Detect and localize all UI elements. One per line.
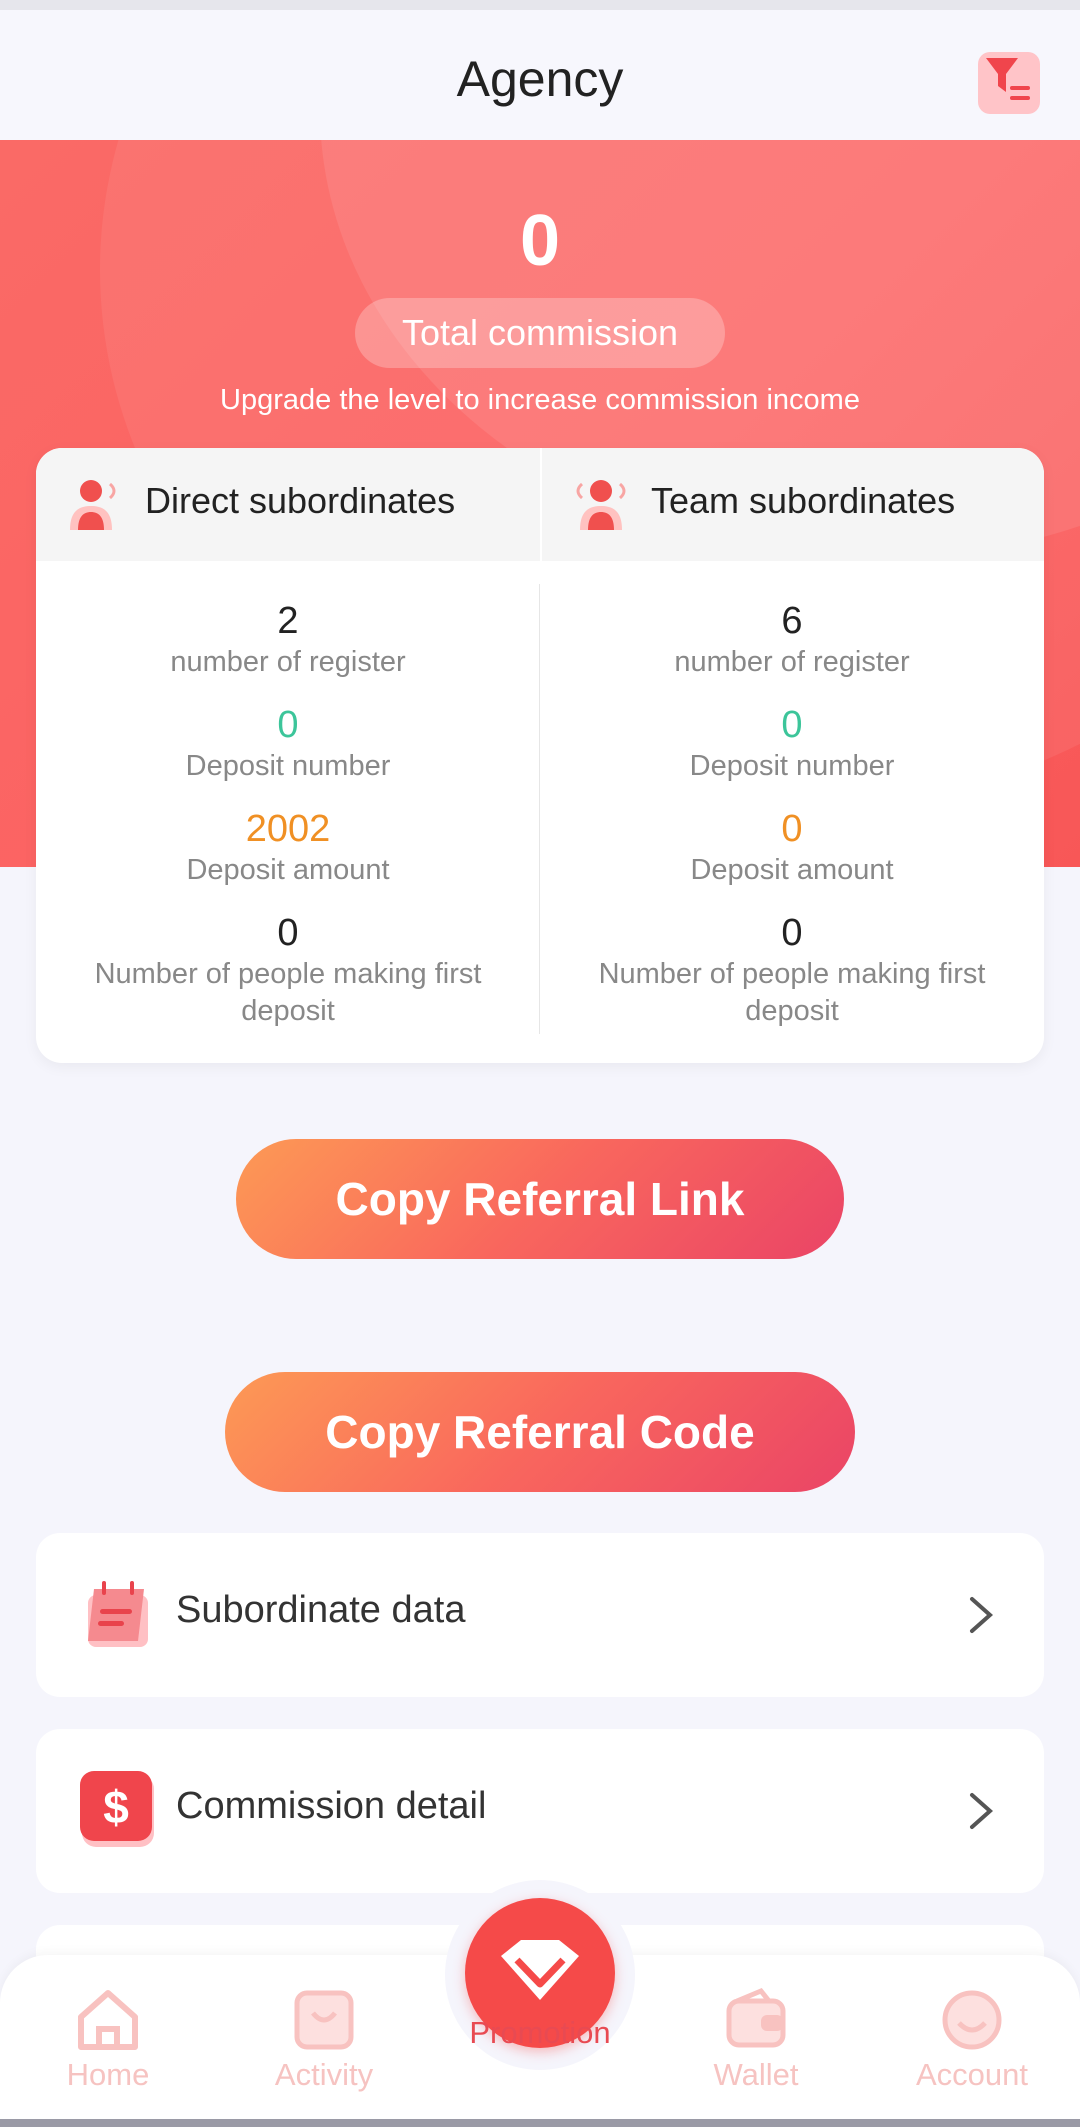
page-title: Agency bbox=[456, 51, 624, 107]
nav-promotion[interactable]: Promotion bbox=[460, 2013, 620, 2051]
team-subordinates-title: Team subordinates bbox=[651, 480, 956, 521]
activity-icon bbox=[294, 1990, 354, 2050]
nav-account[interactable]: Account bbox=[892, 1985, 1052, 2093]
nav-home[interactable]: Home bbox=[28, 1985, 188, 2093]
team-deposit-number-label: Deposit number bbox=[689, 750, 895, 782]
top-header: Agency bbox=[0, 10, 1080, 140]
direct-first-deposit-label: Number of people making first deposit bbox=[94, 958, 482, 1027]
calendar-icon bbox=[88, 1581, 148, 1647]
nav-wallet[interactable]: Wallet bbox=[676, 1985, 836, 2093]
dollar-icon: $ bbox=[80, 1771, 154, 1847]
team-deposit-number: 0 bbox=[781, 704, 803, 746]
team-first-deposit-label: Number of people making first deposit bbox=[598, 958, 986, 1027]
chevron-right-icon bbox=[970, 1793, 994, 1829]
direct-register-label: number of register bbox=[170, 646, 406, 678]
team-stats-column: 6 number of register 0 Deposit number 0 … bbox=[540, 598, 1044, 1052]
direct-deposit-amount-label: Deposit amount bbox=[186, 854, 390, 886]
person-icon bbox=[576, 480, 626, 530]
nav-promotion-label: Promotion bbox=[469, 2015, 611, 2050]
system-navigation-bar bbox=[0, 2119, 1080, 2127]
wallet-icon bbox=[726, 1987, 786, 2048]
svg-text:$: $ bbox=[103, 1781, 129, 1833]
nav-activity[interactable]: Activity bbox=[244, 1985, 404, 2093]
team-register-count: 6 bbox=[781, 600, 803, 642]
direct-subordinates-title: Direct subordinates bbox=[145, 480, 456, 521]
commission-detail-label: Commission detail bbox=[176, 1785, 487, 1827]
direct-first-deposit-count: 0 bbox=[277, 912, 299, 954]
chevron-right-icon bbox=[970, 1597, 994, 1633]
team-register-label: number of register bbox=[674, 646, 910, 678]
nav-home-label: Home bbox=[66, 2057, 150, 2092]
team-subordinates-tab: Team subordinates bbox=[540, 448, 1044, 561]
home-icon bbox=[78, 1990, 138, 2050]
total-commission-label: Total commission bbox=[355, 298, 725, 368]
person-icon bbox=[70, 480, 116, 530]
team-first-deposit-count: 0 bbox=[781, 912, 803, 954]
direct-deposit-amount: 2002 bbox=[245, 808, 331, 850]
commission-detail-row[interactable]: $ Commission detail bbox=[36, 1729, 1044, 1893]
direct-deposit-number-label: Deposit number bbox=[185, 750, 391, 782]
direct-stats-column: 2 number of register 0 Deposit number 20… bbox=[36, 598, 540, 1052]
direct-register-count: 2 bbox=[277, 600, 299, 642]
subordinates-stats-card: Direct subordinates Team subordinates 2 … bbox=[36, 448, 1044, 1063]
copy-referral-code-button[interactable]: Copy Referral Code bbox=[225, 1372, 855, 1492]
nav-wallet-label: Wallet bbox=[713, 2057, 799, 2092]
direct-deposit-number: 0 bbox=[277, 704, 299, 746]
account-icon bbox=[942, 1990, 1002, 2050]
total-commission-amount: 0 bbox=[519, 201, 561, 281]
team-deposit-amount: 0 bbox=[781, 808, 803, 850]
upgrade-hint: Upgrade the level to increase commission… bbox=[220, 384, 860, 416]
direct-subordinates-tab: Direct subordinates bbox=[36, 448, 540, 561]
stats-card-header: Direct subordinates Team subordinates bbox=[36, 448, 1044, 561]
copy-referral-link-button[interactable]: Copy Referral Link bbox=[236, 1139, 844, 1259]
nav-activity-label: Activity bbox=[274, 2057, 374, 2092]
status-bar-edge bbox=[0, 0, 1080, 10]
team-deposit-amount-label: Deposit amount bbox=[690, 854, 894, 886]
subordinate-data-label: Subordinate data bbox=[176, 1589, 466, 1631]
subordinate-data-row[interactable]: Subordinate data bbox=[36, 1533, 1044, 1697]
nav-account-label: Account bbox=[915, 2057, 1028, 2092]
filter-icon[interactable] bbox=[978, 52, 1040, 114]
